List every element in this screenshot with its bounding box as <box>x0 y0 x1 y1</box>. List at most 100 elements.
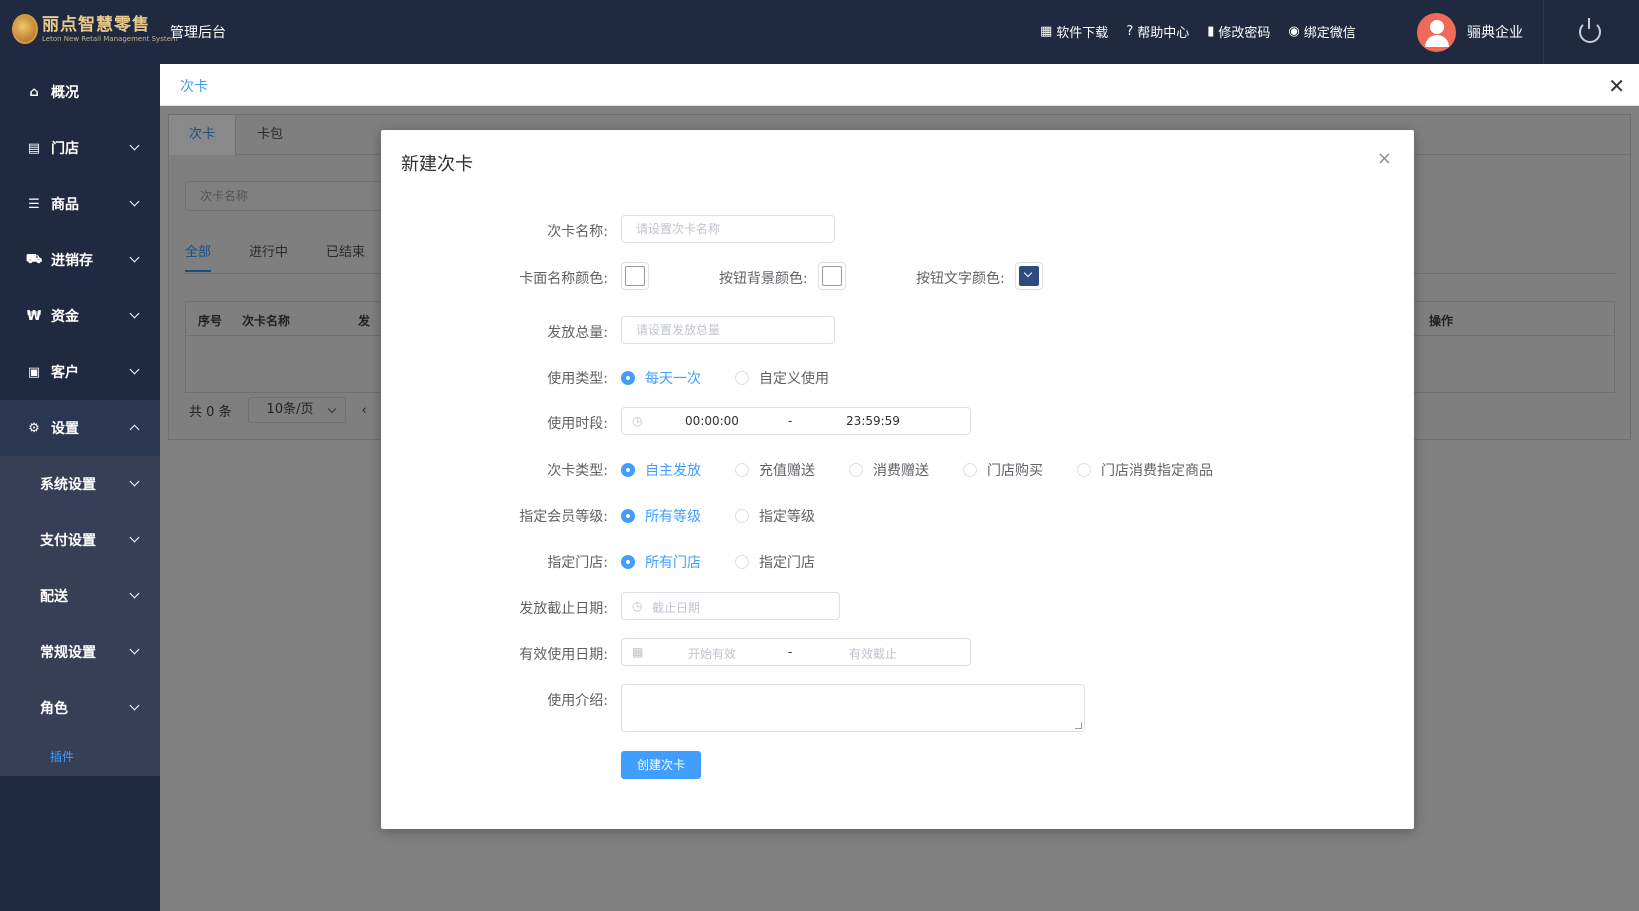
content-header: 次卡 ✕ <box>160 64 1639 106</box>
radio-store-purchase[interactable]: 门店购买 <box>963 460 1043 480</box>
sidebar: ⌂ 概况 ▤ 门店 ☰ 商品 ⛟ 进销存 ₩ 资金 ▣ 客户 ⚙ 设置 系统设置… <box>0 64 160 911</box>
chevron-down-icon <box>1019 266 1039 286</box>
status-tab-all[interactable]: 全部 <box>185 241 212 272</box>
new-card-modal: 新建次卡 × 次卡名称: 请设置次卡名称 卡面名称颜色: 按钮背景颜色: 按钮文… <box>381 130 1414 829</box>
id-card-icon: ▣ <box>27 364 41 380</box>
modal-close-icon[interactable]: × <box>1377 148 1392 169</box>
sidebar-item-overview[interactable]: ⌂ 概况 <box>0 64 160 120</box>
row-store: 指定门店: 所有门店 指定门店 <box>381 546 1414 576</box>
top-links: ▦ 软件下载 ? 帮助中心 ▮ 修改密码 ◉ 绑定微信 <box>1040 22 1356 41</box>
use-time-end: 23:59:59 <box>846 414 900 428</box>
help-center-link[interactable]: ? 帮助中心 <box>1126 22 1189 41</box>
valid-start: 开始有效 <box>687 647 736 661</box>
deadline-date-picker[interactable]: ◷ 截止日期 <box>621 592 840 620</box>
chevron-down-icon <box>129 700 140 711</box>
valid-dates-label: 有效使用日期: <box>519 647 608 663</box>
sidebar-item-inventory[interactable]: ⛟ 进销存 <box>0 232 160 288</box>
member-level-label: 指定会员等级: <box>519 509 608 525</box>
radio-custom-use[interactable]: 自定义使用 <box>735 368 829 388</box>
page-size-select[interactable]: 10条/页 <box>247 397 346 423</box>
sidebar-subitem-role[interactable]: 角色 <box>0 680 160 736</box>
total-input[interactable]: 请设置发放总量 <box>621 316 835 344</box>
row-use-type: 使用类型: 每天一次 自定义使用 <box>381 362 1414 392</box>
th-issue: 发 <box>358 314 371 328</box>
radio-daily-once[interactable]: 每天一次 <box>621 368 701 388</box>
modal-title: 新建次卡 <box>401 154 473 175</box>
company-name[interactable]: 骊典企业 <box>1467 22 1523 42</box>
chevron-down-icon <box>129 308 140 319</box>
user-icon <box>1429 20 1444 34</box>
power-icon[interactable] <box>1579 18 1601 43</box>
clock-icon: ◷ <box>632 599 643 613</box>
avatar[interactable] <box>1417 13 1456 52</box>
row-colors: 卡面名称颜色: 按钮背景颜色: 按钮文字颜色: <box>381 262 1414 292</box>
radio-all-levels[interactable]: 所有等级 <box>621 506 701 526</box>
card-name-color-picker[interactable] <box>621 262 649 290</box>
sidebar-subitem-payment[interactable]: 支付设置 <box>0 512 160 568</box>
document-icon: ▤ <box>27 140 41 156</box>
radio-all-stores[interactable]: 所有门店 <box>621 552 701 572</box>
page-title-tab[interactable]: 次卡 <box>180 76 208 96</box>
row-total: 发放总量: 请设置发放总量 <box>381 316 1414 346</box>
prev-page-button[interactable]: ‹ <box>362 403 367 418</box>
button-bg-color-picker[interactable] <box>818 262 846 290</box>
radio-recharge-gift[interactable]: 充值赠送 <box>735 460 815 480</box>
use-time-start: 00:00:00 <box>685 414 739 428</box>
card-name-color-label: 卡面名称颜色: <box>519 271 608 287</box>
chevron-down-icon <box>129 140 140 151</box>
sidebar-subitem-general[interactable]: 常规设置 <box>0 624 160 680</box>
chevron-down-icon <box>129 252 140 263</box>
total-label: 发放总量: <box>547 325 608 341</box>
create-card-button[interactable]: 创建次卡 <box>621 751 701 779</box>
sidebar-subitem-delivery[interactable]: 配送 <box>0 568 160 624</box>
radio-store-specified-goods[interactable]: 门店消费指定商品 <box>1077 460 1213 480</box>
sidebar-item-store[interactable]: ▤ 门店 <box>0 120 160 176</box>
radio-self-issue[interactable]: 自主发放 <box>621 460 701 480</box>
intro-textarea[interactable] <box>621 684 1085 732</box>
software-download-link[interactable]: ▦ 软件下载 <box>1040 22 1108 41</box>
calendar-icon: ▦ <box>632 645 644 659</box>
store-icon: ▦ <box>1040 24 1053 39</box>
change-password-link[interactable]: ▮ 修改密码 <box>1207 22 1270 41</box>
use-type-label: 使用类型: <box>547 371 608 387</box>
sidebar-item-goods[interactable]: ☰ 商品 <box>0 176 160 232</box>
button-text-color-picker[interactable] <box>1015 262 1043 290</box>
sidebar-leaf-plugin[interactable]: 插件 <box>0 736 160 776</box>
sidebar-item-funds[interactable]: ₩ 资金 <box>0 288 160 344</box>
card-type-label: 次卡类型: <box>547 463 608 479</box>
card-name-search-input[interactable]: 次卡名称 <box>185 181 405 211</box>
logo-text: 丽点智慧零售 <box>42 14 150 35</box>
chevron-down-icon <box>129 532 140 543</box>
row-use-time: 使用时段: ◷ 00:00:00 - 23:59:59 <box>381 407 1414 437</box>
th-card-name: 次卡名称 <box>242 314 291 328</box>
sidebar-item-customer[interactable]: ▣ 客户 <box>0 344 160 400</box>
status-tab-ongoing[interactable]: 进行中 <box>249 241 288 272</box>
radio-specified-level[interactable]: 指定等级 <box>735 506 815 526</box>
row-card-type: 次卡类型: 自主发放 充值赠送 消费赠送 门店购买 门店消费指定商品 <box>381 454 1414 484</box>
row-intro: 使用介绍: <box>381 684 1414 732</box>
tab-times-card[interactable]: 次卡 <box>169 115 237 155</box>
valid-date-range-picker[interactable]: ▦ 开始有效 - 有效截止 <box>621 638 971 666</box>
won-icon: ₩ <box>26 308 42 324</box>
radio-specified-store[interactable]: 指定门店 <box>735 552 815 572</box>
chevron-up-icon <box>129 424 140 435</box>
truck-icon: ⛟ <box>25 251 43 267</box>
card-name-input[interactable]: 请设置次卡名称 <box>621 215 835 243</box>
tab-card-bag[interactable]: 卡包 <box>237 115 303 155</box>
use-time-range-picker[interactable]: ◷ 00:00:00 - 23:59:59 <box>621 407 971 435</box>
radio-consume-gift[interactable]: 消费赠送 <box>849 460 929 480</box>
home-icon: ⌂ <box>29 84 39 100</box>
th-actions: 操作 <box>1429 314 1454 328</box>
logo-subtext: Leton New Retail Management System <box>42 34 178 43</box>
status-tabs: 全部 进行中 已结束 <box>185 241 365 272</box>
bind-wechat-link[interactable]: ◉ 绑定微信 <box>1288 22 1355 41</box>
store-label: 指定门店: <box>547 555 608 571</box>
close-icon[interactable]: ✕ <box>1608 74 1625 98</box>
chevron-down-icon <box>129 476 140 487</box>
deadline-label: 发放截止日期: <box>519 601 608 617</box>
gear-icon: ⚙ <box>28 420 40 436</box>
sidebar-subitem-system[interactable]: 系统设置 <box>0 456 160 512</box>
valid-end: 有效截止 <box>848 647 897 661</box>
status-tab-ended[interactable]: 已结束 <box>326 241 365 272</box>
sidebar-item-settings[interactable]: ⚙ 设置 <box>0 400 160 456</box>
